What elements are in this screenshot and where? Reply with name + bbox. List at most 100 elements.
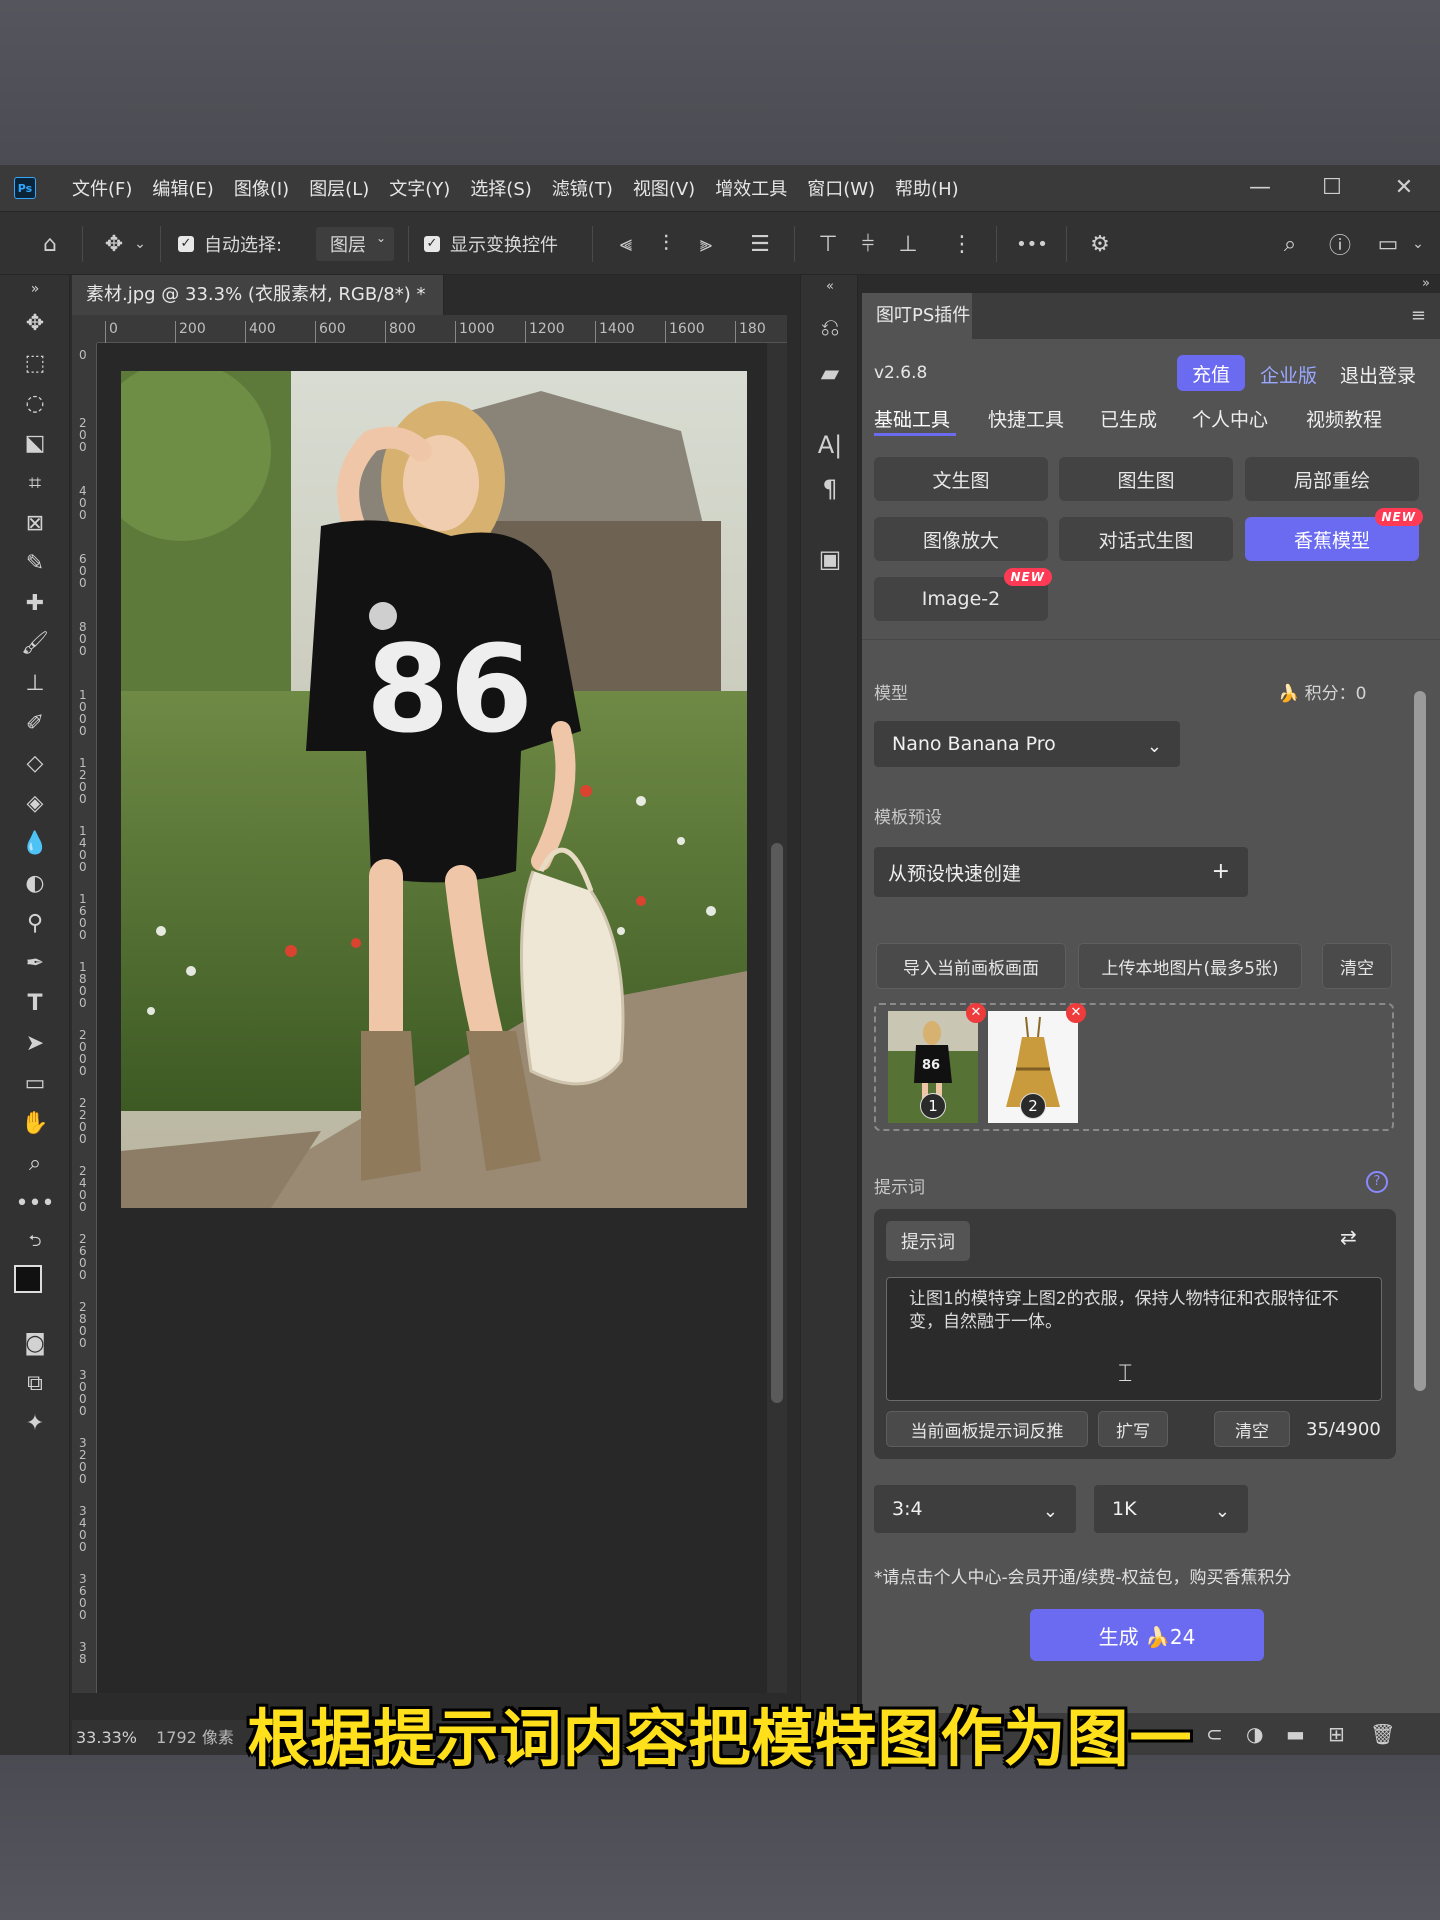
- rectangle-tool-icon[interactable]: ▭: [0, 1063, 70, 1103]
- comments-panel-icon[interactable]: ▰: [801, 351, 859, 395]
- tab-video-tutorials[interactable]: 视频教程: [1306, 405, 1382, 432]
- feature-image-2[interactable]: Image-2 NEW: [874, 568, 1052, 621]
- home-icon[interactable]: ⌂: [30, 212, 70, 276]
- resolution-select[interactable]: 1K ⌄: [1094, 1485, 1248, 1533]
- pen-tool-icon[interactable]: ✒: [0, 943, 70, 983]
- align-right-icon[interactable]: ⫸: [692, 212, 720, 276]
- history-brush-icon[interactable]: ✐: [0, 703, 70, 743]
- screen-mode-icon[interactable]: ⧉: [0, 1363, 70, 1403]
- align-top-icon[interactable]: ⊤: [814, 212, 842, 276]
- smudge-tool-icon[interactable]: ⚲: [0, 903, 70, 943]
- feature-chat-generate[interactable]: 对话式生图: [1059, 517, 1233, 561]
- plugin-tab[interactable]: 图叮PS插件: [862, 293, 972, 339]
- remove-image-2-icon[interactable]: ✕: [1066, 1003, 1086, 1023]
- type-tool-icon[interactable]: T: [0, 983, 70, 1023]
- align-center-icon[interactable]: ⫶: [652, 212, 680, 276]
- workspace-icon[interactable]: ▭: [1370, 212, 1406, 276]
- model-select[interactable]: Nano Banana Pro ⌄: [874, 721, 1180, 767]
- close-window-button[interactable]: ✕: [1368, 165, 1440, 211]
- menu-plugins[interactable]: 增效工具: [705, 175, 797, 201]
- panel-collapse-bar[interactable]: »: [862, 275, 1440, 293]
- menu-window[interactable]: 窗口(W): [797, 175, 885, 201]
- more-tools-icon[interactable]: •••: [0, 1183, 70, 1223]
- crop-tool-icon[interactable]: ⌗: [0, 463, 70, 503]
- menu-type[interactable]: 文字(Y): [379, 175, 460, 201]
- plugin-scrollbar-thumb[interactable]: [1414, 691, 1426, 1391]
- tab-personal-center[interactable]: 个人中心: [1192, 405, 1268, 432]
- help-icon[interactable]: ⓘ: [1322, 212, 1358, 276]
- paragraph-panel-icon[interactable]: ¶: [801, 467, 859, 511]
- remove-image-1-icon[interactable]: ✕: [966, 1003, 986, 1023]
- align-middle-icon[interactable]: ⫩: [854, 212, 882, 276]
- menu-view[interactable]: 视图(V): [623, 175, 705, 201]
- distribute-icon[interactable]: ☰: [746, 212, 774, 276]
- hand-tool-icon[interactable]: ✋: [0, 1103, 70, 1143]
- tab-generated[interactable]: 已生成: [1100, 405, 1157, 432]
- distribute-vertical-icon[interactable]: ⋮: [948, 212, 976, 276]
- clear-images-button[interactable]: 清空: [1322, 943, 1392, 989]
- panel-menu-icon[interactable]: ≡: [1411, 293, 1426, 339]
- swap-colors-icon[interactable]: ⮌: [0, 1223, 70, 1263]
- align-left-icon[interactable]: ⫷: [612, 212, 640, 276]
- plugin-scrollbar[interactable]: [1410, 671, 1428, 1601]
- feature-upscale[interactable]: 图像放大: [874, 517, 1048, 561]
- zoom-tool-icon[interactable]: ⌕: [0, 1143, 70, 1183]
- align-bottom-icon[interactable]: ⊥: [894, 212, 922, 276]
- menu-select[interactable]: 选择(S): [460, 175, 541, 201]
- quick-mask-icon[interactable]: ◙: [0, 1323, 70, 1363]
- eyedropper-icon[interactable]: ✎: [0, 543, 70, 583]
- generative-icon[interactable]: ✦: [0, 1403, 70, 1443]
- dodge-tool-icon[interactable]: ◐: [0, 863, 70, 903]
- template-select[interactable]: 从预设快速创建 +: [874, 847, 1248, 897]
- logout-link[interactable]: 退出登录: [1340, 361, 1416, 388]
- auto-select-checkbox[interactable]: ✓: [178, 236, 194, 252]
- prompt-help-icon[interactable]: ?: [1366, 1171, 1388, 1193]
- menu-edit[interactable]: 编辑(E): [142, 175, 223, 201]
- lasso-tool-icon[interactable]: ◌: [0, 383, 70, 423]
- collapse-panels-icon[interactable]: «: [801, 275, 859, 297]
- reference-image-2[interactable]: 2: [988, 1011, 1078, 1123]
- ratio-select[interactable]: 3:4 ⌄: [874, 1485, 1076, 1533]
- expand-prompt-button[interactable]: 扩写: [1098, 1411, 1168, 1447]
- character-panel-icon[interactable]: A|: [801, 423, 859, 467]
- menu-image[interactable]: 图像(I): [224, 175, 299, 201]
- healing-brush-icon[interactable]: ✚: [0, 583, 70, 623]
- search-icon[interactable]: ⌕: [1272, 212, 1308, 276]
- more-options-icon[interactable]: •••: [1012, 212, 1052, 276]
- collapse-icon[interactable]: »: [0, 279, 70, 299]
- clear-prompt-button[interactable]: 清空: [1214, 1411, 1290, 1447]
- generate-button[interactable]: 生成 🍌24: [1030, 1609, 1264, 1661]
- menu-file[interactable]: 文件(F): [62, 175, 142, 201]
- maximize-button[interactable]: ☐: [1296, 165, 1368, 211]
- canvas-scrollbar[interactable]: [767, 343, 787, 1693]
- reverse-prompt-button[interactable]: 当前画板提示词反推: [886, 1411, 1088, 1447]
- feature-inpaint[interactable]: 局部重绘: [1245, 457, 1419, 501]
- show-transform-checkbox[interactable]: ✓: [424, 236, 440, 252]
- tab-quick-tools[interactable]: 快捷工具: [988, 405, 1064, 432]
- prompt-textarea[interactable]: 让图1的模特穿上图2的衣服，保持人物特征和衣服特征不变，自然融于一体。: [886, 1277, 1382, 1401]
- move-tool-icon[interactable]: ✥: [0, 303, 70, 343]
- enterprise-link[interactable]: 企业版: [1260, 361, 1317, 388]
- eraser-icon[interactable]: ◇: [0, 743, 70, 783]
- menu-help[interactable]: 帮助(H): [885, 175, 969, 201]
- scrollbar-thumb[interactable]: [771, 843, 783, 1403]
- path-select-icon[interactable]: ➤: [0, 1023, 70, 1063]
- prompt-tag-button[interactable]: 提示词: [886, 1221, 970, 1261]
- translate-icon[interactable]: ⇄: [1340, 1225, 1357, 1249]
- paint-bucket-icon[interactable]: ◈: [0, 783, 70, 823]
- chevron-down-icon[interactable]: ⌄: [132, 212, 148, 276]
- blur-tool-icon[interactable]: 💧: [0, 823, 70, 863]
- frame-tool-icon[interactable]: ⊠: [0, 503, 70, 543]
- object-select-icon[interactable]: ⬕: [0, 423, 70, 463]
- marquee-tool-icon[interactable]: ⬚: [0, 343, 70, 383]
- feature-banana-model[interactable]: 香蕉模型 NEW: [1245, 508, 1423, 561]
- chevron-down-icon[interactable]: ⌄: [1408, 212, 1428, 276]
- upload-local-button[interactable]: 上传本地图片(最多5张): [1078, 943, 1302, 989]
- import-canvas-button[interactable]: 导入当前画板画面: [876, 943, 1066, 989]
- model-photo[interactable]: 86: [121, 371, 747, 1208]
- stamp-tool-icon[interactable]: ⊥: [0, 663, 70, 703]
- document-tab[interactable]: 素材.jpg @ 33.3% (衣服素材, RGB/8*) * ×: [72, 275, 444, 345]
- menu-filter[interactable]: 滤镜(T): [542, 175, 623, 201]
- image-panel-icon[interactable]: ▣: [801, 537, 859, 581]
- move-tool-icon[interactable]: ✥: [96, 212, 132, 276]
